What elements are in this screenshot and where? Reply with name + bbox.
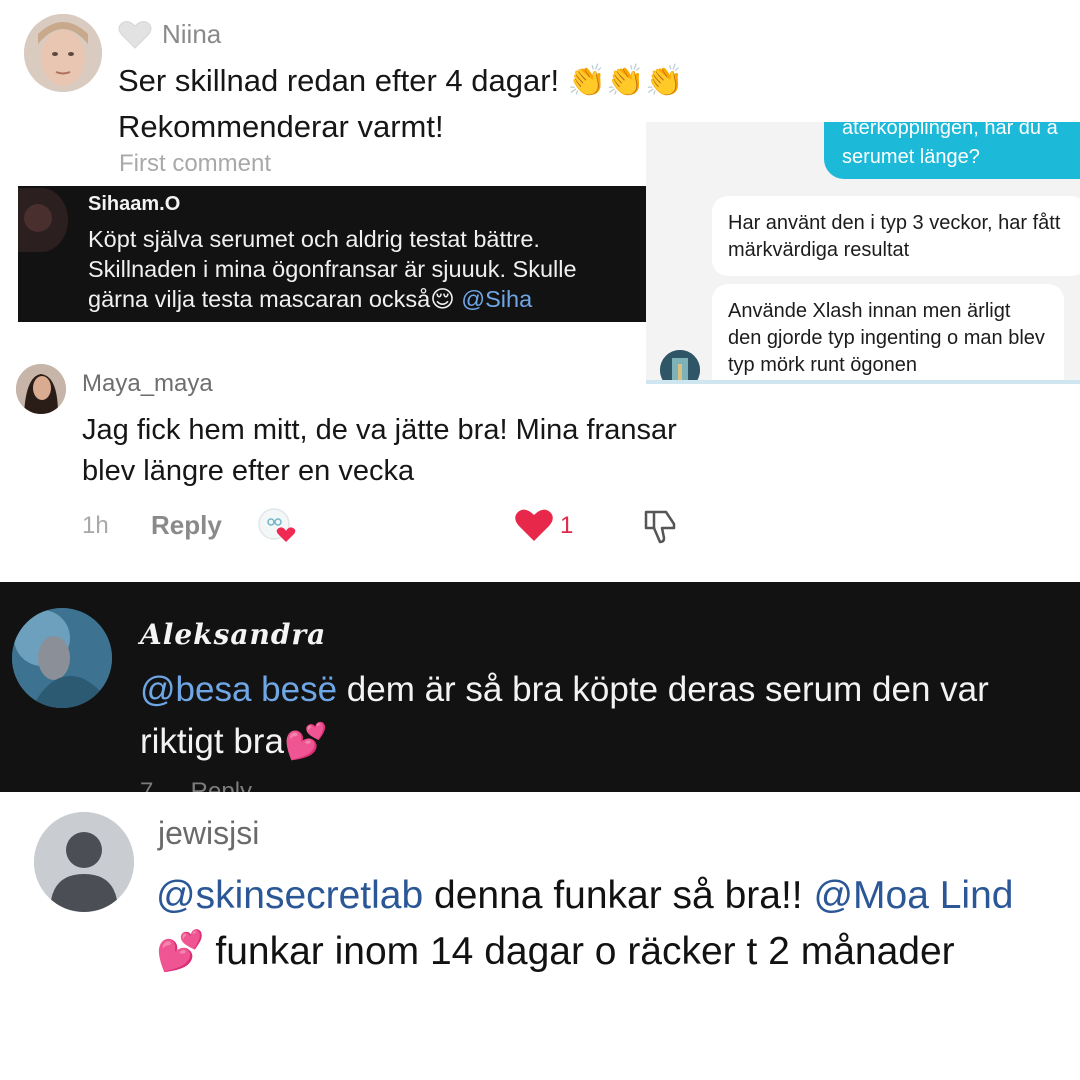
comment-text-line: denna funkar så bra!! (423, 874, 814, 917)
avatar-niina[interactable] (24, 14, 102, 92)
comment-text: @skinsecretlab denna funkar så bra!! @Mo… (156, 868, 1056, 980)
mention-link[interactable]: @skinsecretlab (156, 874, 423, 917)
like-count: 1 (560, 512, 574, 539)
comment-text-line: Ser skillnad redan efter 4 dagar! (118, 63, 560, 98)
mention-link[interactable]: @besa besë (140, 670, 337, 709)
mention-link[interactable]: @Moa Lind (813, 874, 1013, 917)
username[interactable]: jewisjsi (158, 815, 259, 852)
mention-link[interactable]: @Siha (461, 286, 532, 312)
comment-text-line: gärna vilja testa mascaran också (88, 286, 431, 312)
dislike-icon[interactable] (640, 508, 680, 549)
comment-meta: First comment (119, 150, 272, 177)
chat-bubble-outgoing: återkopplingen, har du a serumet länge? (824, 122, 1080, 179)
comment-text-line: funkar inom 14 dagar o räcker t 2 månade… (204, 930, 955, 973)
two-hearts-emoji: 💕 (156, 930, 205, 973)
chat-bubble-text: återkopplingen, har du a (842, 122, 1058, 139)
comment-timestamp: 1h (82, 512, 109, 539)
two-hearts-emoji: 💕 (283, 722, 328, 761)
avatar-jewisjsi[interactable] (34, 812, 134, 912)
avatar-sihaam[interactable] (18, 188, 68, 252)
relieved-face-emoji: 😌 (430, 286, 455, 312)
chat-avatar[interactable] (660, 350, 700, 380)
comment-card-dark: Aleksandra @besa besë dem är så bra köpt… (0, 582, 1080, 792)
comment-text-line: Rekommenderar varmt! (118, 109, 444, 144)
chat-bubble-incoming: Använde Xlash innan men ärligt den gjord… (712, 284, 1064, 380)
avatar-aleksandra[interactable] (12, 608, 112, 708)
reply-button[interactable]: Reply (151, 510, 222, 541)
comment-text-line: Köpt själva serumet och aldrig testat bä… (88, 226, 540, 252)
comment-text: @besa besë dem är så bra köpte deras ser… (140, 664, 1070, 768)
comment-text: Köpt själva serumet och aldrig testat bä… (88, 224, 646, 314)
clapping-hands-emoji: 👏👏👏 (567, 63, 684, 98)
username[interactable]: Sihaam.O (88, 193, 180, 216)
chat-panel: återkopplingen, har du a serumet länge? … (646, 122, 1080, 384)
creator-liked-badge-icon (258, 508, 300, 549)
like-heart-icon[interactable] (514, 507, 554, 548)
comment-text-line: Skillnaden i mina ögonfransar är sjuuuk.… (88, 256, 577, 282)
comment-text: Jag fick hem mitt, de va jätte bra! Mina… (82, 414, 677, 487)
chat-bubble-incoming: Har använt den i typ 3 veckor, har fått … (712, 196, 1080, 276)
comment-card-dark: Sihaam.O Köpt själva serumet och aldrig … (18, 186, 646, 322)
chat-bubble-text: serumet länge? (842, 146, 980, 168)
heart-outline-icon[interactable] (118, 20, 152, 55)
username[interactable]: Niina (162, 19, 221, 50)
username[interactable]: Maya_maya (82, 370, 213, 398)
avatar-maya[interactable] (16, 364, 66, 414)
username[interactable]: Aleksandra (140, 618, 326, 651)
comment-meta-cropped: 7 … Reply (140, 778, 253, 792)
